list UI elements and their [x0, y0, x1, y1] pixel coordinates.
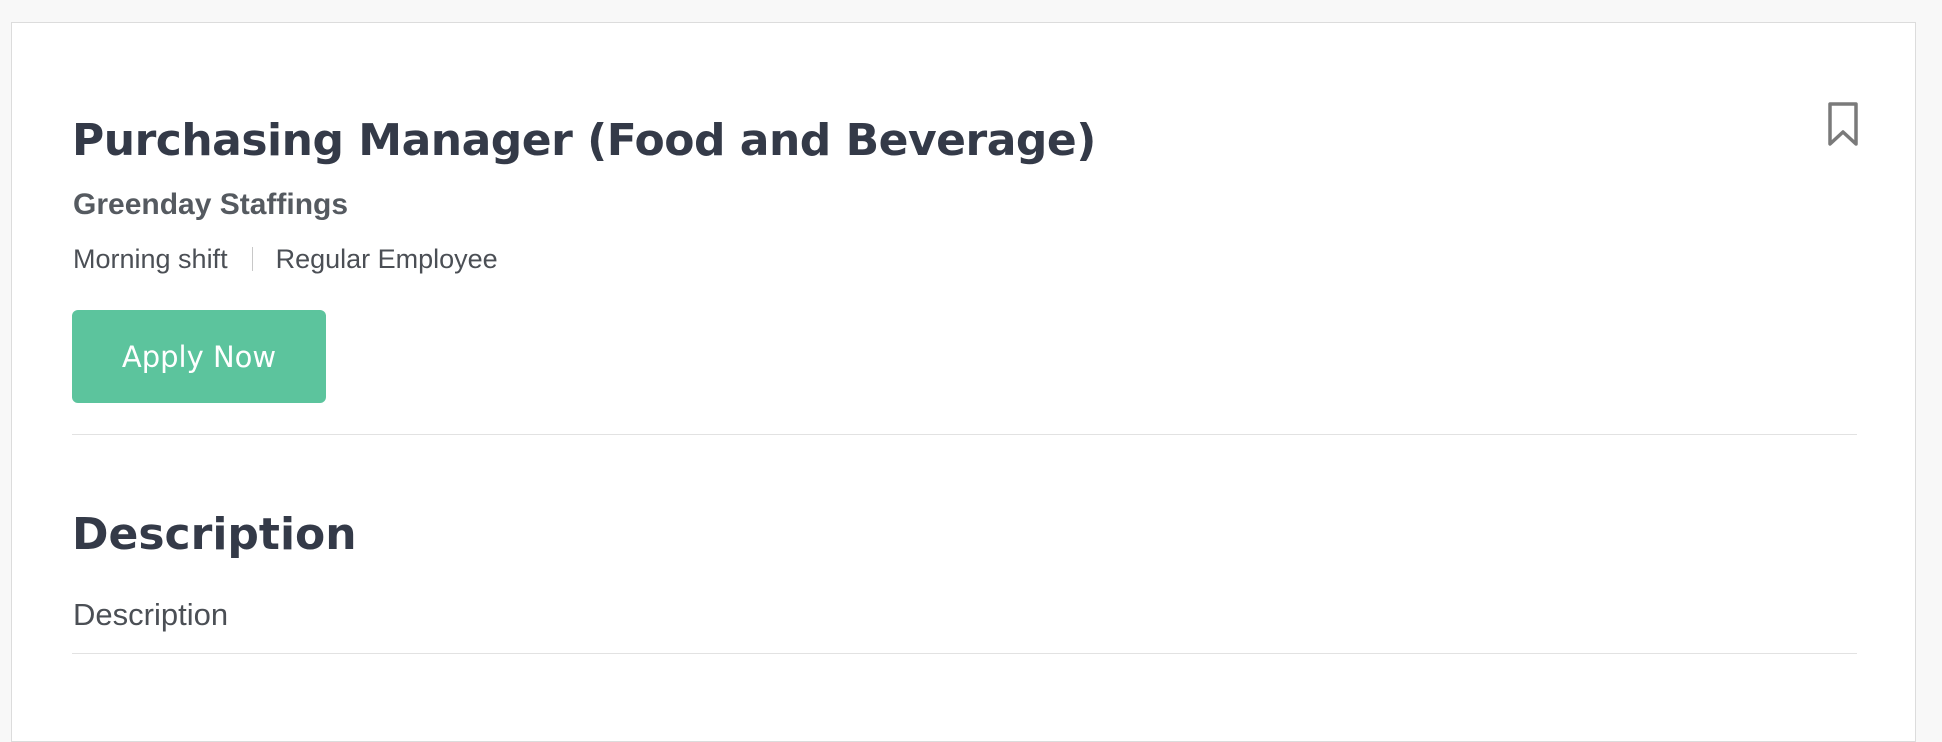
job-card: Purchasing Manager (Food and Beverage) G… [11, 22, 1916, 742]
apply-now-button[interactable]: Apply Now [72, 310, 326, 403]
meta-separator [251, 247, 253, 271]
divider [72, 653, 1857, 654]
description-heading: Description [72, 509, 357, 560]
employment-type-label: Regular Employee [275, 244, 498, 274]
company-name: Greenday Staffings [73, 188, 349, 221]
description-body: Description [73, 597, 229, 632]
bookmark-icon [1828, 102, 1858, 146]
divider [72, 434, 1857, 435]
job-title: Purchasing Manager (Food and Beverage) [72, 115, 1096, 166]
shift-label: Morning shift [73, 244, 228, 274]
job-meta: Morning shift Regular Employee [73, 241, 498, 277]
bookmark-button[interactable] [1823, 99, 1863, 149]
